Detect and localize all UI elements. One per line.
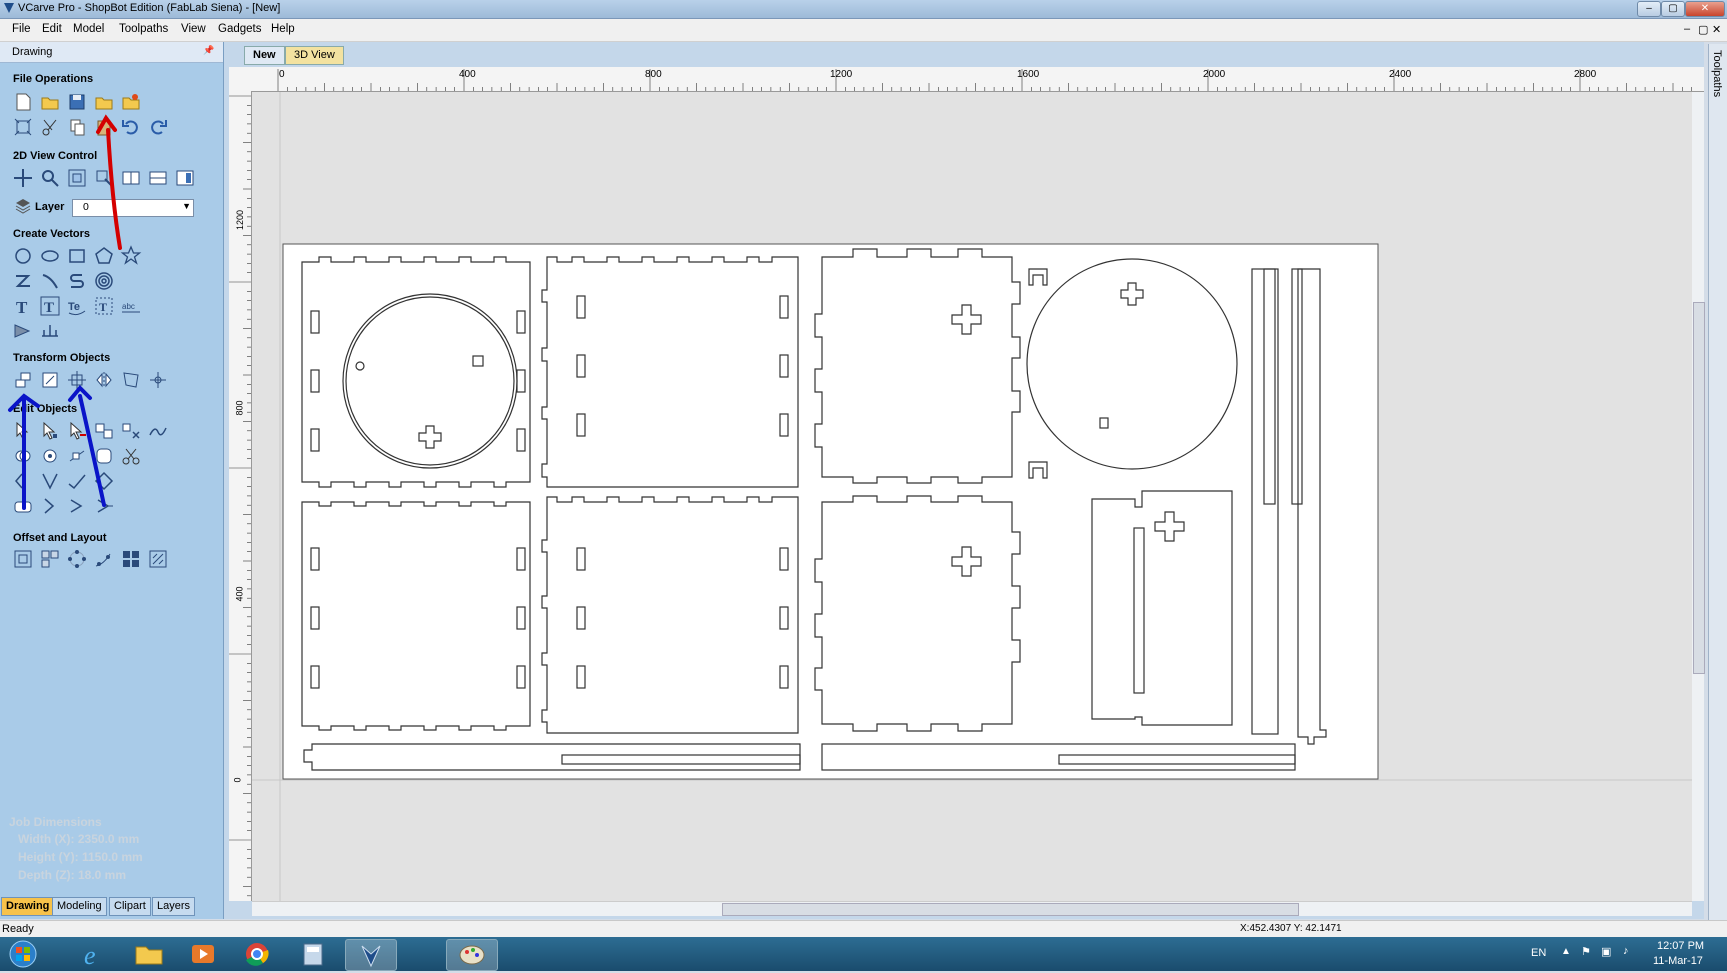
vertical-scrollbar[interactable] — [1692, 92, 1705, 901]
cursor-coordinates: X:452.4307 Y: 42.1471 — [1240, 923, 1342, 934]
chevron-down-icon: ▼ — [182, 201, 191, 211]
clock-date[interactable]: 11-Mar-17 — [1653, 955, 1703, 967]
maximize-button[interactable]: ▢ — [1661, 1, 1685, 17]
menu-toolpaths[interactable]: Toolpaths — [119, 23, 168, 35]
volume-icon[interactable]: ♪ — [1623, 945, 1629, 957]
vertical-scroll-thumb[interactable] — [1693, 302, 1705, 674]
job-height: Height (Y): 1150.0 mm — [18, 850, 143, 864]
menu-edit[interactable]: Edit — [42, 23, 62, 35]
menu-model[interactable]: Model — [73, 23, 104, 35]
tab-modeling[interactable]: Modeling — [52, 897, 107, 916]
nest-parts-icon[interactable] — [39, 548, 61, 570]
calculator-icon[interactable] — [288, 939, 338, 969]
close-button[interactable]: ✕ — [1685, 1, 1725, 17]
ruler-label: 2000 — [1203, 69, 1226, 80]
ruler-label: 1200 — [235, 209, 246, 231]
copy-along-vector-icon[interactable] — [93, 548, 115, 570]
toolpaths-side-panel[interactable]: Toolpaths — [1708, 44, 1727, 920]
block-copy-icon[interactable] — [120, 548, 142, 570]
layout-view-icon[interactable] — [174, 167, 196, 189]
menu-file[interactable]: File — [12, 23, 31, 35]
paint-taskbar-icon[interactable] — [446, 939, 498, 971]
ruler-label: 800 — [645, 69, 662, 80]
ruler-label: 1600 — [1017, 69, 1040, 80]
mdi-restore-button[interactable]: ▢ — [1698, 23, 1708, 36]
circular-array-icon[interactable] — [66, 548, 88, 570]
horizontal-scroll-thumb[interactable] — [722, 903, 1299, 916]
pin-icon[interactable]: 📌 — [203, 45, 214, 56]
offset-icon[interactable] — [12, 548, 34, 570]
join-vectors-icon[interactable] — [147, 420, 169, 442]
ruler-label: 2400 — [1389, 69, 1412, 80]
chrome-icon[interactable] — [232, 939, 282, 969]
ruler-label: 400 — [234, 586, 245, 602]
job-dimensions-heading: Job Dimensions — [9, 815, 102, 829]
ruler-label: 800 — [234, 400, 245, 416]
menu-view[interactable]: View — [181, 23, 206, 35]
tab-3d-view[interactable]: 3D View — [285, 46, 344, 65]
drawing-canvas[interactable] — [252, 92, 1692, 901]
ruler-label: 1200 — [830, 69, 853, 80]
minimize-button[interactable]: – — [1637, 1, 1661, 17]
center-object-icon[interactable] — [147, 369, 169, 391]
tab-layers[interactable]: Layers — [152, 897, 196, 916]
redo-icon[interactable] — [147, 116, 169, 138]
horizontal-ruler: 0 400 800 1200 1600 2000 2400 2800 — [248, 67, 1704, 92]
menu-gadgets[interactable]: Gadgets — [218, 23, 261, 35]
file-explorer-icon[interactable] — [124, 939, 174, 969]
vertical-ruler: 1200 800 400 0 — [229, 91, 252, 901]
material-sheet — [282, 243, 1379, 780]
internet-explorer-icon[interactable]: e — [70, 939, 120, 970]
job-width: Width (X): 2350.0 mm — [18, 832, 140, 846]
horizontal-scrollbar[interactable] — [252, 901, 1692, 916]
show-hidden-icons-icon[interactable]: ▲ — [1561, 946, 1571, 957]
menu-bar: File Edit Model Toolpaths View Gadgets H… — [0, 19, 1727, 42]
network-icon[interactable]: ▣ — [1601, 945, 1611, 958]
ruler-label: 0 — [279, 69, 285, 80]
status-bar: Ready X:452.4307 Y: 42.1471 — [0, 920, 1727, 938]
language-indicator[interactable]: EN — [1531, 947, 1546, 959]
svg-text:e: e — [84, 941, 96, 969]
annotation-arrows — [8, 114, 122, 510]
design-drawing — [252, 92, 1692, 901]
action-center-flag-icon[interactable]: ⚑ — [1581, 945, 1591, 958]
ruler-label: 400 — [459, 69, 476, 80]
start-button[interactable] — [4, 939, 42, 969]
ruler-label: 0 — [232, 777, 243, 783]
clock-time[interactable]: 12:07 PM — [1657, 940, 1704, 952]
title-bar: VCarve Pro - ShopBot Edition (FabLab Sie… — [0, 0, 1727, 19]
tab-new[interactable]: New — [244, 46, 285, 65]
panel-title: Drawing — [12, 46, 53, 58]
mdi-minimize-button[interactable]: – — [1684, 23, 1690, 35]
tab-toolpaths[interactable]: Toolpaths — [1711, 50, 1723, 97]
array-copy-icon[interactable] — [147, 548, 169, 570]
menu-help[interactable]: Help — [271, 23, 295, 35]
split-horizontal-icon[interactable] — [147, 167, 169, 189]
window-title: VCarve Pro - ShopBot Edition (FabLab Sie… — [18, 2, 281, 14]
ruler-label: 2800 — [1574, 69, 1597, 80]
mdi-close-button[interactable]: ✕ — [1712, 23, 1721, 36]
ruler-corner — [229, 67, 249, 91]
panel-header: Drawing 📌 — [0, 42, 223, 63]
tab-clipart[interactable]: Clipart — [109, 897, 151, 916]
offset-layout-heading: Offset and Layout — [13, 532, 107, 544]
tab-drawing[interactable]: Drawing — [1, 897, 55, 916]
media-player-icon[interactable] — [178, 939, 228, 969]
app-icon — [4, 3, 14, 13]
file-operations-heading: File Operations — [13, 73, 94, 85]
vcarve-taskbar-icon[interactable] — [345, 939, 397, 971]
job-depth: Depth (Z): 18.0 mm — [18, 868, 127, 882]
status-text: Ready — [2, 923, 34, 935]
